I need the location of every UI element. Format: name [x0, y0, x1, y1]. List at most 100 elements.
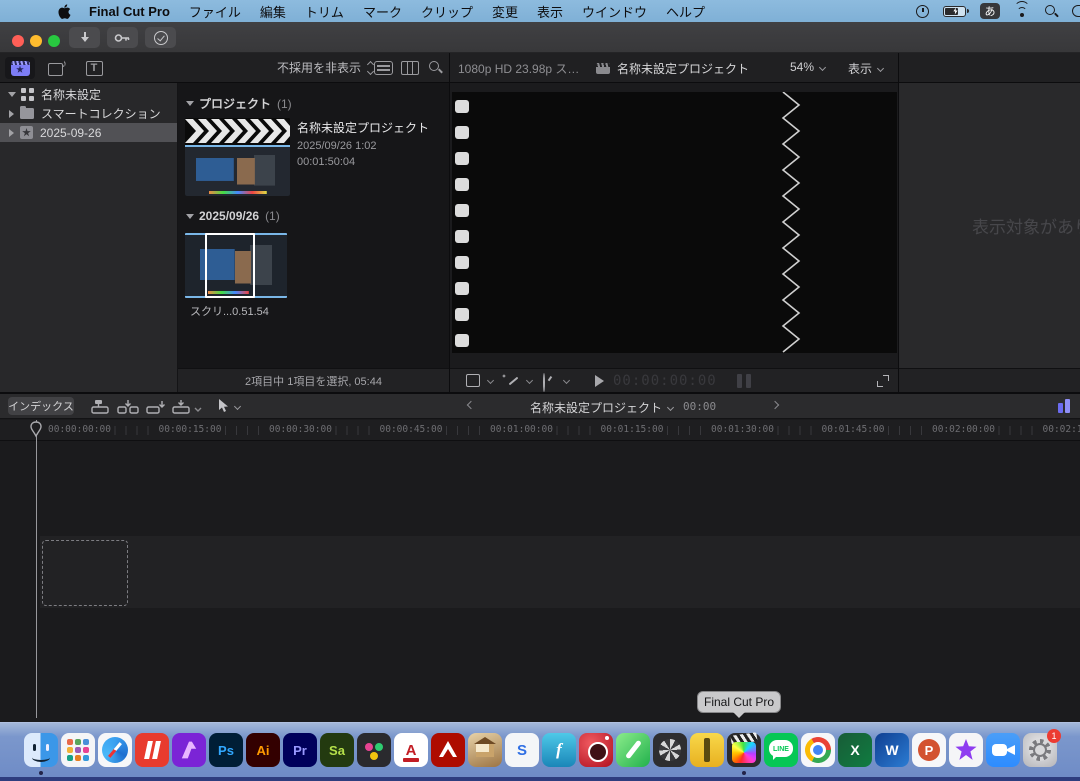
append-edit-button[interactable]	[146, 399, 166, 414]
dock-imovie-icon[interactable]	[949, 733, 983, 767]
photos-audio-sidebar-button[interactable]	[42, 57, 72, 79]
dock-camera-icon[interactable]	[579, 733, 613, 767]
project-name[interactable]: 名称未設定プロジェクト	[297, 121, 437, 136]
menubar-item-7[interactable]: ウインドウ	[582, 2, 647, 21]
viewer-zoom-menu[interactable]: 54%	[790, 60, 825, 74]
dock-zoom-icon[interactable]	[986, 733, 1020, 767]
titles-generators-sidebar-button[interactable]: T	[79, 57, 109, 79]
menubar-item-6[interactable]: 表示	[537, 2, 563, 21]
dock-davinci-icon[interactable]	[357, 733, 391, 767]
dock-launchpad-icon[interactable]	[61, 733, 95, 767]
library-name: 名称未設定	[41, 86, 101, 103]
sidebar-event-row[interactable]: 2025-09-26	[0, 123, 177, 142]
keyword-editor-button[interactable]	[107, 27, 138, 48]
dock-line-icon[interactable]: LINE	[764, 733, 798, 767]
timeline-history-back-button[interactable]	[467, 401, 475, 409]
disclosure-open-icon[interactable]	[8, 92, 16, 97]
dock-premiere-icon[interactable]: Pr	[283, 733, 317, 767]
audio-meters-toggle[interactable]	[1058, 399, 1070, 413]
menubar-item-2[interactable]: トリム	[305, 2, 344, 21]
menubar-app-name[interactable]: Final Cut Pro	[89, 4, 170, 19]
chevron-down-icon[interactable]	[487, 377, 494, 384]
chevron-down-icon[interactable]	[563, 377, 570, 384]
dock-powerpoint-icon[interactable]: P	[912, 733, 946, 767]
timeline-ruler[interactable]: 00:00:00:0000:00:15:0000:00:30:0000:00:4…	[0, 420, 1080, 441]
viewer-frame[interactable]	[452, 92, 897, 353]
connect-edit-button[interactable]	[90, 399, 110, 414]
select-tool-menu[interactable]	[218, 399, 240, 413]
input-source-badge[interactable]: あ	[980, 3, 1000, 19]
timeline-project-menu[interactable]: 名称未設定プロジェクト	[530, 399, 673, 416]
dock-home3d-icon[interactable]	[468, 733, 502, 767]
menubar-item-8[interactable]: ヘルプ	[666, 2, 705, 21]
playhead-pin-icon[interactable]	[29, 421, 43, 438]
menubar-item-3[interactable]: マーク	[363, 2, 402, 21]
timeline[interactable]: 00:00:00:0000:00:15:0000:00:30:0000:00:4…	[0, 420, 1080, 722]
sidebar-library-row[interactable]: 名称未設定	[0, 85, 177, 104]
import-media-button[interactable]	[69, 27, 100, 48]
disclosure-open-icon[interactable]	[186, 214, 194, 219]
zoom-window-button[interactable]	[48, 35, 60, 47]
sidebar-smart-collection-row[interactable]: スマートコレクション	[0, 104, 177, 123]
menubar-item-4[interactable]: クリップ	[421, 2, 473, 21]
chevron-down-icon[interactable]	[526, 377, 533, 384]
spotlight-icon[interactable]	[1044, 4, 1058, 18]
clip-thumbnail[interactable]	[185, 233, 287, 298]
projects-section-header[interactable]: プロジェクト (1)	[186, 95, 292, 112]
apple-menu-icon[interactable]	[58, 4, 71, 19]
index-button[interactable]: インデックス	[8, 397, 74, 415]
clip-selection-range[interactable]	[205, 233, 255, 298]
battery-icon[interactable]	[943, 6, 966, 17]
fullscreen-icon[interactable]	[877, 375, 889, 387]
menubar-item-1[interactable]: 編集	[260, 2, 286, 21]
dock-finder-icon[interactable]	[24, 733, 58, 767]
play-button[interactable]	[595, 375, 604, 387]
timeline-history-forward-button[interactable]	[771, 401, 779, 409]
viewer-view-menu[interactable]: 表示	[848, 60, 883, 77]
dock-illustrator-icon[interactable]: Ai	[246, 733, 280, 767]
audio-meters-mini[interactable]	[737, 374, 751, 388]
dock-parallels-icon[interactable]	[135, 733, 169, 767]
dock-affinity-icon[interactable]	[172, 733, 206, 767]
timeline-placeholder-clip[interactable]	[42, 540, 128, 606]
dock-safari-icon[interactable]	[98, 733, 132, 767]
disclosure-closed-icon[interactable]	[9, 110, 14, 118]
wifi-icon[interactable]	[1014, 5, 1030, 17]
browser-search-button[interactable]	[428, 60, 443, 75]
dock-fapp-icon[interactable]: f	[542, 733, 576, 767]
time-machine-icon[interactable]	[916, 5, 929, 18]
menubar-item-0[interactable]: ファイル	[189, 2, 241, 21]
minimize-window-button[interactable]	[30, 35, 42, 47]
transform-tool-button[interactable]	[466, 374, 480, 387]
dock-finalcut-icon[interactable]	[727, 733, 761, 767]
timeline-primary-lane[interactable]	[40, 536, 1080, 608]
dock-settings-icon[interactable]: 1	[1023, 733, 1057, 767]
dock-sampler-icon[interactable]: Sa	[320, 733, 354, 767]
dock-autocad-icon[interactable]: A	[394, 733, 428, 767]
dock-stager-icon[interactable]: S	[505, 733, 539, 767]
disclosure-open-icon[interactable]	[186, 101, 194, 106]
menubar-item-5[interactable]: 変更	[492, 2, 518, 21]
show-browser-button[interactable]	[5, 57, 35, 79]
event-section-header[interactable]: 2025/09/26 (1)	[186, 209, 280, 223]
dock-chrome-icon[interactable]	[801, 733, 835, 767]
dock-excel-icon[interactable]: X	[838, 733, 872, 767]
dock-acrobat-icon[interactable]	[431, 733, 465, 767]
dock-photoshop-icon[interactable]: Ps	[209, 733, 243, 767]
dock-pencil-icon[interactable]	[616, 733, 650, 767]
project-thumbnail[interactable]	[185, 118, 290, 196]
dock-word-icon[interactable]: W	[875, 733, 909, 767]
browser-filter-menu[interactable]: 不採用を非表示	[277, 59, 373, 76]
insert-edit-button[interactable]	[117, 399, 139, 414]
close-window-button[interactable]	[12, 35, 24, 47]
playhead-line[interactable]	[36, 420, 37, 718]
filmstrip-view-button[interactable]	[401, 61, 419, 75]
clip-appearance-button[interactable]	[374, 61, 393, 75]
disclosure-closed-icon[interactable]	[9, 129, 14, 137]
control-center-icon[interactable]	[1072, 5, 1080, 17]
dock-fan-icon[interactable]	[653, 733, 687, 767]
dock-yellowapp-icon[interactable]	[690, 733, 724, 767]
retime-button[interactable]	[543, 373, 545, 392]
background-tasks-button[interactable]	[145, 27, 176, 48]
overwrite-edit-button[interactable]	[172, 399, 202, 414]
